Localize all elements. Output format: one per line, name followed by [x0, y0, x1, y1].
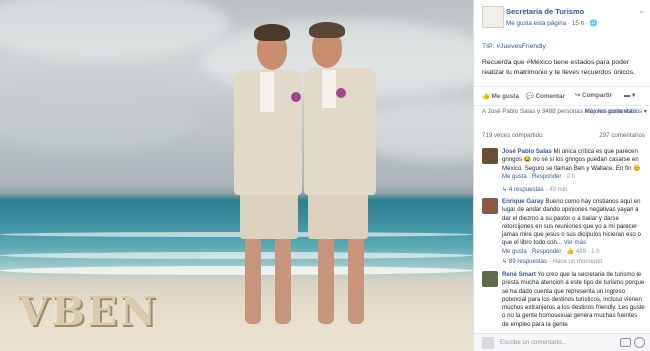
comment-time[interactable]: 1 h	[591, 249, 599, 255]
comment-body: René Smart Yo creo que la secretaria de …	[502, 271, 645, 329]
comment-like-link[interactable]: Me gusta	[502, 249, 527, 255]
commenter-name[interactable]: José Pablo Salas	[502, 148, 552, 155]
cloud	[0, 0, 230, 60]
globe-icon: 🌐	[589, 20, 598, 27]
thumbs-up-icon: 👍	[566, 248, 575, 255]
comment-reply-link[interactable]: Responder	[532, 174, 561, 180]
cloud	[0, 90, 200, 150]
like-page-link[interactable]: Me gusta esta página	[506, 20, 566, 27]
post-panel: Secretaría de Turismo Me gusta esta pági…	[473, 0, 650, 351]
audience-selector[interactable]: ▬ ▾	[624, 92, 635, 99]
chevron-down-icon[interactable]: ⌄	[638, 6, 645, 15]
comment-like-count[interactable]: 489	[576, 249, 586, 255]
comment-composer: Escribe un comentario...	[474, 333, 650, 351]
commenter-name[interactable]: Enrique Garay	[502, 198, 544, 205]
comment-like-link[interactable]: Me gusta	[502, 174, 527, 180]
page-name[interactable]: Secretaría de Turismo	[506, 7, 584, 16]
comment-button[interactable]: 💬 Comentar	[526, 92, 565, 100]
page-meta: Me gusta esta página · 15 h · 🌐	[506, 20, 598, 27]
comment-sort-dropdown[interactable]: Mejores comentarios ▾	[585, 108, 647, 115]
see-more-link[interactable]: Ver más	[564, 239, 586, 246]
post-text-line2: Recuerda que #México tiene estados para …	[482, 59, 635, 76]
comment-body: José Pablo Salas Mi única crítica es que…	[502, 148, 645, 181]
share-count[interactable]: 719 veces compartido	[482, 132, 543, 139]
replies-link[interactable]: ↳ 89 respuestas · Hace un momento	[502, 258, 602, 265]
thumbs-up-icon: 👍	[482, 93, 490, 100]
share-icon: ↪	[575, 92, 581, 99]
post-photo[interactable]: VBEN	[0, 0, 473, 351]
comment-body: Enrique Garay Bueno como hay cristianos …	[502, 198, 645, 256]
commenter-name[interactable]: René Smart	[502, 271, 536, 278]
groom-right	[300, 22, 390, 324]
comment-meta: Me gusta · Responder · 2 h	[502, 173, 576, 180]
action-bar: 👍 Me gusta 💬 Comentar ↪ Compartir ▬ ▾	[474, 86, 650, 106]
avatar	[482, 337, 494, 349]
camera-icon[interactable]	[620, 338, 631, 347]
comment-meta: Me gusta · Responder · 👍 489 · 1 h	[502, 248, 600, 255]
post-header: Secretaría de Turismo Me gusta esta pági…	[482, 4, 647, 30]
post-time[interactable]: 15 h	[572, 20, 584, 27]
avatar[interactable]	[482, 271, 498, 287]
avatar[interactable]	[482, 148, 498, 164]
page-avatar[interactable]	[482, 6, 504, 28]
comment-count[interactable]: 297 comentarios	[599, 132, 645, 139]
replies-link[interactable]: ↳ 4 respuestas · 49 min	[502, 186, 567, 193]
like-button[interactable]: 👍 Me gusta	[482, 92, 519, 100]
comment-input[interactable]: Escribe un comentario...	[500, 337, 620, 349]
emoji-icon[interactable]	[634, 337, 645, 348]
comment-time[interactable]: 2 h	[567, 174, 575, 180]
comment-icon: 💬	[526, 93, 534, 100]
avatar[interactable]	[482, 198, 498, 214]
post-text-line1: TIP: #JuevesFriendly	[482, 43, 546, 50]
comment-text: Yo creo que la secretaria de turismo le …	[502, 271, 645, 328]
share-button[interactable]: ↪ Compartir	[575, 92, 612, 99]
post-stats: 719 veces compartido 297 comentarios	[482, 132, 645, 139]
comment-reply-link[interactable]: Responder	[532, 249, 561, 255]
watermark-logo: VBEN	[18, 288, 158, 335]
